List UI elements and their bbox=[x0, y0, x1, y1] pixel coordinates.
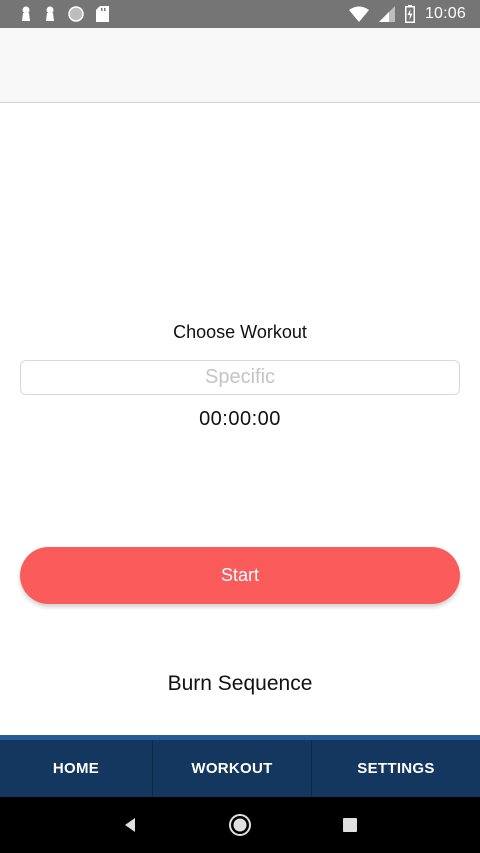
battery-icon bbox=[404, 5, 415, 23]
wifi-icon bbox=[348, 6, 369, 22]
sequence-title: Burn Sequence bbox=[167, 672, 313, 695]
status-left-icons bbox=[20, 6, 109, 22]
signal-icon bbox=[378, 6, 395, 22]
sd-card-icon bbox=[96, 6, 109, 22]
system-nav-bar bbox=[0, 797, 480, 853]
choose-workout-label: Choose Workout bbox=[173, 322, 307, 342]
tab-home[interactable]: HOME bbox=[0, 740, 152, 797]
tab-workout[interactable]: WORKOUT bbox=[152, 740, 312, 797]
status-time: 10:06 bbox=[424, 5, 466, 22]
keyhole-icon bbox=[20, 6, 32, 22]
app-header bbox=[0, 28, 480, 103]
home-icon[interactable] bbox=[220, 805, 260, 845]
start-button[interactable]: Start bbox=[20, 547, 460, 604]
tab-settings[interactable]: SETTINGS bbox=[312, 740, 480, 797]
keyhole-icon bbox=[44, 6, 56, 22]
timer-display: 00:00:00 bbox=[199, 408, 281, 430]
workout-type-input[interactable] bbox=[20, 360, 460, 395]
recents-icon[interactable] bbox=[330, 805, 370, 845]
status-bar: 10:06 bbox=[0, 0, 480, 28]
status-right-icons: 10:06 bbox=[348, 5, 466, 23]
bottom-tab-bar: HOME WORKOUT SETTINGS bbox=[0, 735, 480, 797]
back-icon[interactable] bbox=[110, 805, 150, 845]
circle-icon bbox=[68, 6, 84, 22]
